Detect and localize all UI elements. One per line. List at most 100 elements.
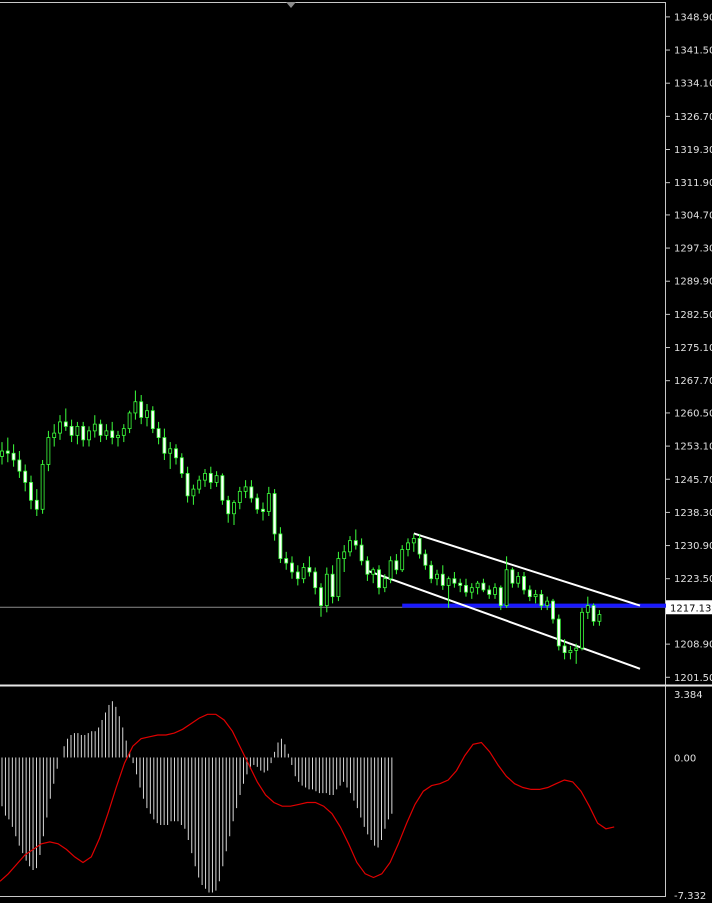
candle[interactable]	[365, 556, 370, 581]
chart-canvas[interactable]: 1348.90 1341.50 1334.10 1326.70 1319.30 1311.…	[0, 0, 712, 902]
candle[interactable]	[568, 645, 573, 660]
candle[interactable]	[203, 468, 207, 487]
candle[interactable]	[214, 471, 219, 487]
candle[interactable]	[400, 545, 405, 572]
candle[interactable]	[255, 493, 260, 514]
candle[interactable]	[92, 415, 97, 438]
candle[interactable]	[5, 437, 10, 463]
candle[interactable]	[261, 502, 265, 521]
candle[interactable]	[464, 578, 468, 597]
candle[interactable]	[406, 538, 410, 557]
candle[interactable]	[243, 480, 248, 499]
candle[interactable]	[551, 598, 555, 624]
candle[interactable]	[493, 583, 497, 599]
candle[interactable]	[313, 567, 318, 595]
candle[interactable]	[249, 480, 254, 503]
candle[interactable]	[469, 583, 474, 599]
candle[interactable]	[429, 560, 434, 584]
candle[interactable]	[75, 421, 80, 445]
candle[interactable]	[290, 556, 294, 579]
candle[interactable]	[81, 421, 86, 447]
candle[interactable]	[417, 533, 422, 559]
candle[interactable]	[522, 571, 526, 595]
candle[interactable]	[34, 489, 39, 516]
candle[interactable]	[133, 390, 138, 420]
candle[interactable]	[220, 473, 225, 505]
candle[interactable]	[533, 589, 538, 604]
candle[interactable]	[98, 419, 103, 443]
candle[interactable]	[58, 415, 62, 440]
candle[interactable]	[336, 551, 341, 602]
candle[interactable]	[359, 538, 364, 566]
candle[interactable]	[168, 442, 173, 469]
chart-shift-marker-icon[interactable]	[286, 2, 296, 8]
candle[interactable]	[145, 403, 149, 427]
candle[interactable]	[510, 567, 515, 588]
candle[interactable]	[156, 421, 161, 445]
candle[interactable]	[377, 565, 381, 595]
candle[interactable]	[342, 545, 347, 572]
candle[interactable]	[116, 430, 120, 447]
candle[interactable]	[446, 576, 451, 608]
candle[interactable]	[40, 459, 45, 514]
candle[interactable]	[208, 466, 213, 490]
candle[interactable]	[440, 565, 445, 590]
candle[interactable]	[545, 596, 550, 611]
candle[interactable]	[266, 486, 271, 516]
candle[interactable]	[185, 466, 190, 503]
candle[interactable]	[516, 571, 521, 588]
candle[interactable]	[580, 607, 584, 651]
candle[interactable]	[353, 529, 358, 550]
candle[interactable]	[0, 442, 4, 465]
candle[interactable]	[52, 424, 57, 447]
candle[interactable]	[63, 408, 68, 431]
candle[interactable]	[411, 533, 416, 552]
candle[interactable]	[237, 486, 242, 510]
candle[interactable]	[487, 585, 492, 599]
candle[interactable]	[121, 424, 126, 443]
candle[interactable]	[232, 500, 236, 525]
candle[interactable]	[458, 578, 463, 593]
candle[interactable]	[272, 489, 277, 541]
candle[interactable]	[226, 495, 231, 523]
candle[interactable]	[17, 451, 22, 478]
candle[interactable]	[597, 610, 602, 626]
candle[interactable]	[371, 567, 376, 584]
candle[interactable]	[23, 464, 28, 492]
candle[interactable]	[330, 565, 335, 604]
candle[interactable]	[423, 549, 428, 570]
candle[interactable]	[11, 444, 16, 467]
candle[interactable]	[301, 563, 306, 584]
candle[interactable]	[162, 428, 167, 460]
candle[interactable]	[307, 556, 312, 577]
candle[interactable]	[585, 596, 590, 620]
candle[interactable]	[104, 424, 109, 440]
candle[interactable]	[197, 475, 202, 494]
candle[interactable]	[179, 453, 184, 478]
candle[interactable]	[324, 567, 329, 613]
candle[interactable]	[127, 410, 132, 434]
candle[interactable]	[278, 527, 283, 564]
candle[interactable]	[591, 603, 596, 626]
candle[interactable]	[174, 444, 178, 465]
candle[interactable]	[139, 395, 144, 425]
candle[interactable]	[191, 484, 196, 505]
candle[interactable]	[87, 426, 91, 447]
candle[interactable]	[110, 421, 115, 445]
candle[interactable]	[69, 419, 74, 443]
candle[interactable]	[475, 580, 480, 595]
candle[interactable]	[435, 569, 439, 586]
candle[interactable]	[394, 554, 399, 575]
candle[interactable]	[29, 475, 33, 510]
candle[interactable]	[527, 585, 532, 602]
candle[interactable]	[452, 571, 457, 588]
candle[interactable]	[348, 536, 352, 557]
candle[interactable]	[556, 614, 561, 651]
channel-upper-line[interactable]	[413, 532, 641, 607]
candle[interactable]	[46, 430, 51, 472]
candle[interactable]	[295, 565, 300, 586]
candle[interactable]	[150, 406, 155, 434]
candle[interactable]	[319, 583, 323, 617]
candle[interactable]	[284, 551, 289, 570]
candle[interactable]	[481, 578, 486, 593]
